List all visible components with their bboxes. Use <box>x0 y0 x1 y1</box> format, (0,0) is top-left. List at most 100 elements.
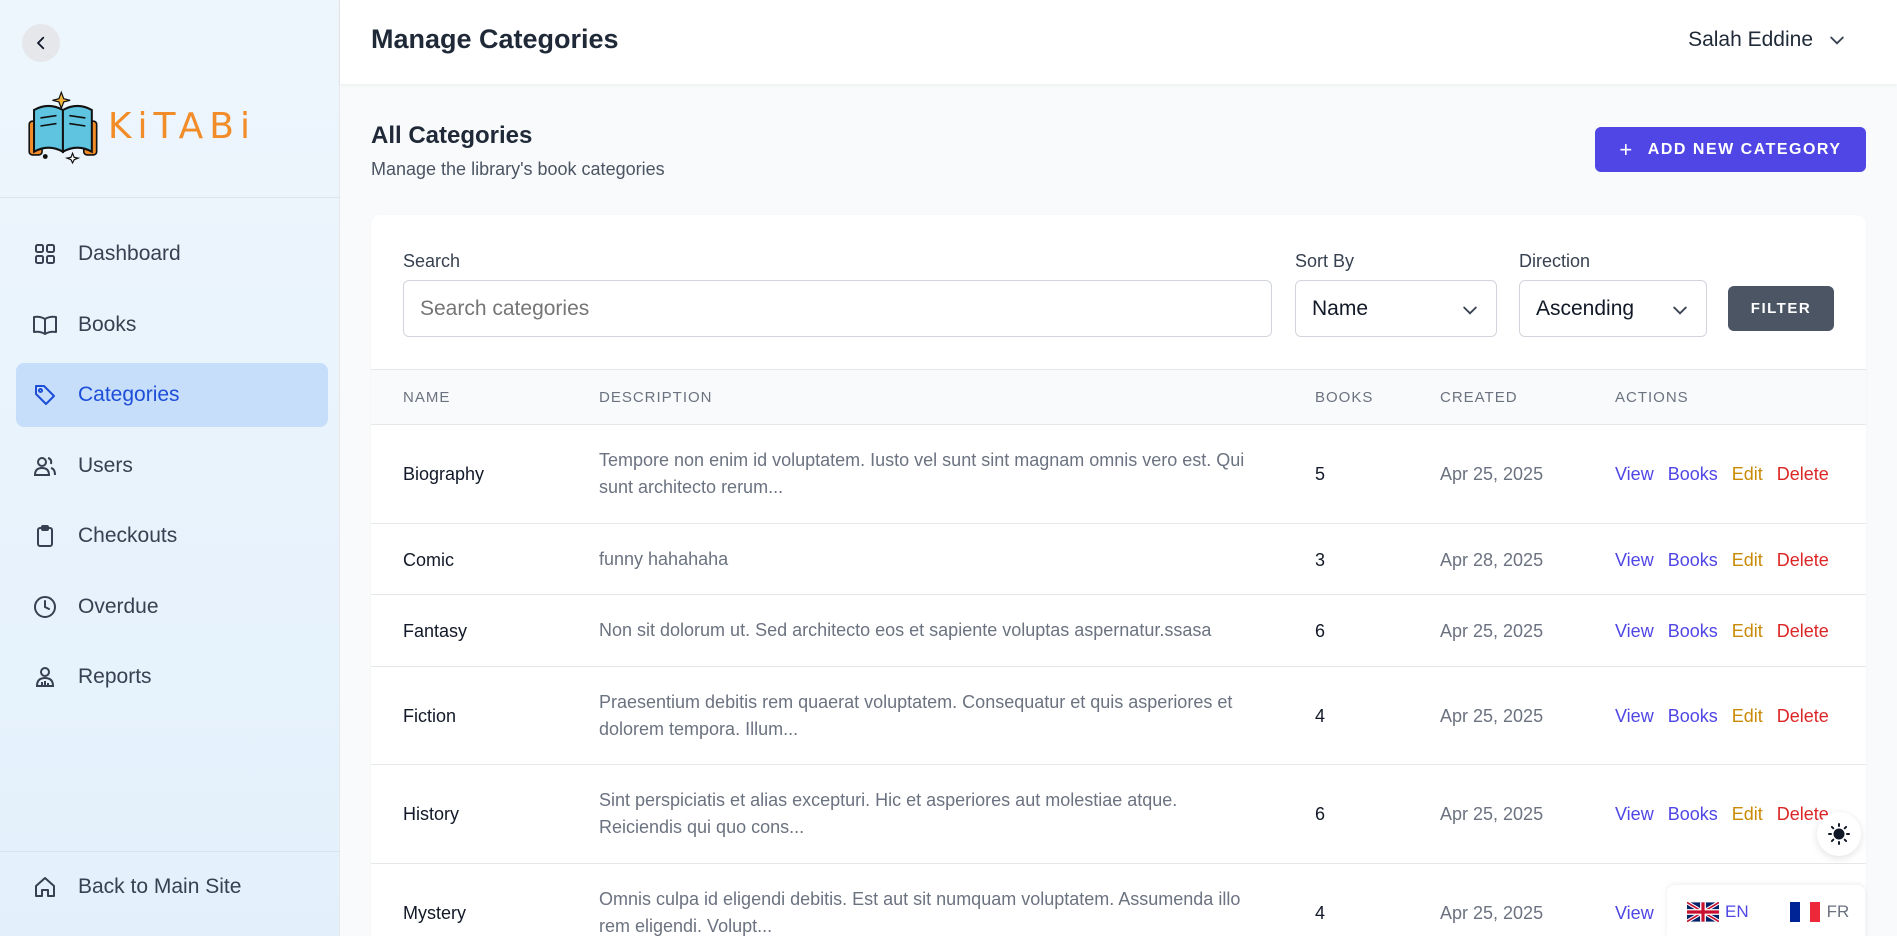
delete-link[interactable]: Delete <box>1777 706 1829 727</box>
sort-by-select[interactable]: Name <box>1295 280 1497 337</box>
delete-link[interactable]: Delete <box>1777 464 1829 485</box>
column-header-actions: ACTIONS <box>1615 389 1689 406</box>
books-link[interactable]: Books <box>1668 621 1718 642</box>
sort-by-value: Name <box>1312 296 1369 320</box>
view-link[interactable]: View <box>1615 804 1654 825</box>
edit-link[interactable]: Edit <box>1732 621 1763 642</box>
category-book-count: 6 <box>1315 621 1326 641</box>
category-name: Fiction <box>403 706 457 726</box>
books-link[interactable]: Books <box>1668 550 1718 571</box>
sidebar-divider <box>0 851 340 852</box>
books-link[interactable]: Books <box>1668 464 1718 485</box>
reading-book-icon <box>28 90 98 165</box>
france-flag-icon <box>1789 902 1820 922</box>
chevron-down-icon <box>1463 306 1477 315</box>
brand-logo[interactable]: KiTABi <box>26 80 256 172</box>
sidebar-item-label: Checkouts <box>78 524 178 547</box>
table-row: History Sint perspiciatis et alias excep… <box>371 765 1866 864</box>
category-name: Mystery <box>403 903 466 923</box>
category-description: funny hahahaha <box>599 549 729 569</box>
view-link[interactable]: View <box>1615 903 1654 924</box>
edit-link[interactable]: Edit <box>1732 706 1763 727</box>
row-actions: View Books Edit Delete <box>1615 804 1829 825</box>
tag-icon <box>32 382 58 408</box>
category-book-count: 3 <box>1315 550 1326 570</box>
filter-button[interactable]: FILTER <box>1728 286 1834 331</box>
sidebar-item-label: Categories <box>78 383 180 406</box>
table-header: NAME DESCRIPTION BOOKS CREATED ACTIONS <box>371 369 1866 425</box>
clipboard-icon <box>32 523 58 549</box>
table-row: Mystery Omnis culpa id eligendi debitis.… <box>371 864 1866 936</box>
view-link[interactable]: View <box>1615 706 1654 727</box>
table-row: Fiction Praesentium debitis rem quaerat … <box>371 667 1866 765</box>
category-name: Comic <box>403 550 455 570</box>
books-link[interactable]: Books <box>1668 804 1718 825</box>
back-link-label: Back to Main Site <box>78 875 242 898</box>
uk-flag-icon <box>1687 902 1719 922</box>
clock-icon <box>32 594 58 620</box>
sort-by-label: Sort By <box>1295 251 1355 271</box>
category-description: Sint perspiciatis et alias excepturi. Hi… <box>599 790 1178 837</box>
table-body: Biography Tempore non enim id voluptatem… <box>371 425 1866 936</box>
sidebar-item-categories[interactable]: Categories <box>16 363 328 427</box>
add-new-category-button[interactable]: + ADD NEW CATEGORY <box>1595 127 1866 172</box>
edit-link[interactable]: Edit <box>1732 464 1763 485</box>
delete-link[interactable]: Delete <box>1777 621 1829 642</box>
column-header-books[interactable]: BOOKS <box>1315 389 1373 406</box>
row-actions: View Books Edit Delete <box>1615 706 1829 727</box>
user-name: Salah Eddine <box>1688 28 1813 51</box>
sidebar-item-reports[interactable]: Reports <box>16 645 328 709</box>
back-to-main-site-link[interactable]: Back to Main Site <box>32 874 241 900</box>
edit-link[interactable]: Edit <box>1732 804 1763 825</box>
edit-link[interactable]: Edit <box>1732 550 1763 571</box>
filter-bar: Search Sort By Name Direction Ascending … <box>371 215 1866 369</box>
column-header-name[interactable]: NAME <box>403 389 450 406</box>
page-title: Manage Categories <box>371 24 619 54</box>
sidebar-item-users[interactable]: Users <box>16 434 328 498</box>
category-book-count: 5 <box>1315 464 1326 484</box>
chevron-down-icon <box>1830 36 1844 45</box>
view-link[interactable]: View <box>1615 550 1654 571</box>
direction-select[interactable]: Ascending <box>1519 280 1707 337</box>
category-book-count: 6 <box>1315 804 1326 824</box>
sidebar-item-checkouts[interactable]: Checkouts <box>16 504 328 568</box>
sidebar-item-label: Dashboard <box>78 242 181 265</box>
column-header-created[interactable]: CREATED <box>1440 389 1518 406</box>
users-icon <box>32 453 58 479</box>
sidebar-item-dashboard[interactable]: Dashboard <box>16 222 328 286</box>
language-option-en[interactable]: EN <box>1687 902 1749 922</box>
row-actions: View Books Edit Delete <box>1615 621 1829 642</box>
category-created-date: Apr 25, 2025 <box>1440 464 1544 484</box>
user-menu[interactable]: Salah Eddine <box>1688 28 1847 52</box>
category-book-count: 4 <box>1315 706 1326 726</box>
table-row: Fantasy Non sit dolorum ut. Sed architec… <box>371 595 1866 667</box>
sidebar-item-label: Reports <box>78 665 152 688</box>
search-input[interactable] <box>403 280 1272 337</box>
books-link[interactable]: Books <box>1668 706 1718 727</box>
chevron-left-icon <box>37 36 45 50</box>
collapse-sidebar-button[interactable] <box>22 24 60 62</box>
sidebar-item-label: Overdue <box>78 594 159 618</box>
sidebar-item-books[interactable]: Books <box>16 293 328 357</box>
sidebar-item-label: Books <box>78 312 137 336</box>
book-open-icon <box>32 312 58 338</box>
user-chart-icon <box>32 664 58 690</box>
sidebar-nav: Dashboard Books Categories Users Checkou… <box>16 222 328 716</box>
category-description: Praesentium debitis rem quaerat voluptat… <box>599 692 1233 739</box>
category-name: Biography <box>403 464 485 484</box>
category-created-date: Apr 25, 2025 <box>1440 706 1544 726</box>
theme-toggle-button[interactable] <box>1817 812 1861 856</box>
language-option-fr[interactable]: FR <box>1789 902 1849 922</box>
add-button-label: ADD NEW CATEGORY <box>1647 140 1842 158</box>
sidebar-item-overdue[interactable]: Overdue <box>16 575 328 639</box>
section-title: All Categories <box>371 122 533 149</box>
categories-card: Search Sort By Name Direction Ascending … <box>371 215 1866 936</box>
delete-link[interactable]: Delete <box>1777 550 1829 571</box>
view-link[interactable]: View <box>1615 464 1654 485</box>
grid-icon <box>32 241 58 267</box>
category-description: Non sit dolorum ut. Sed architecto eos e… <box>599 620 1212 640</box>
category-created-date: Apr 28, 2025 <box>1440 550 1544 570</box>
sidebar-item-label: Users <box>78 453 133 477</box>
view-link[interactable]: View <box>1615 621 1654 642</box>
sun-icon <box>1828 823 1850 845</box>
